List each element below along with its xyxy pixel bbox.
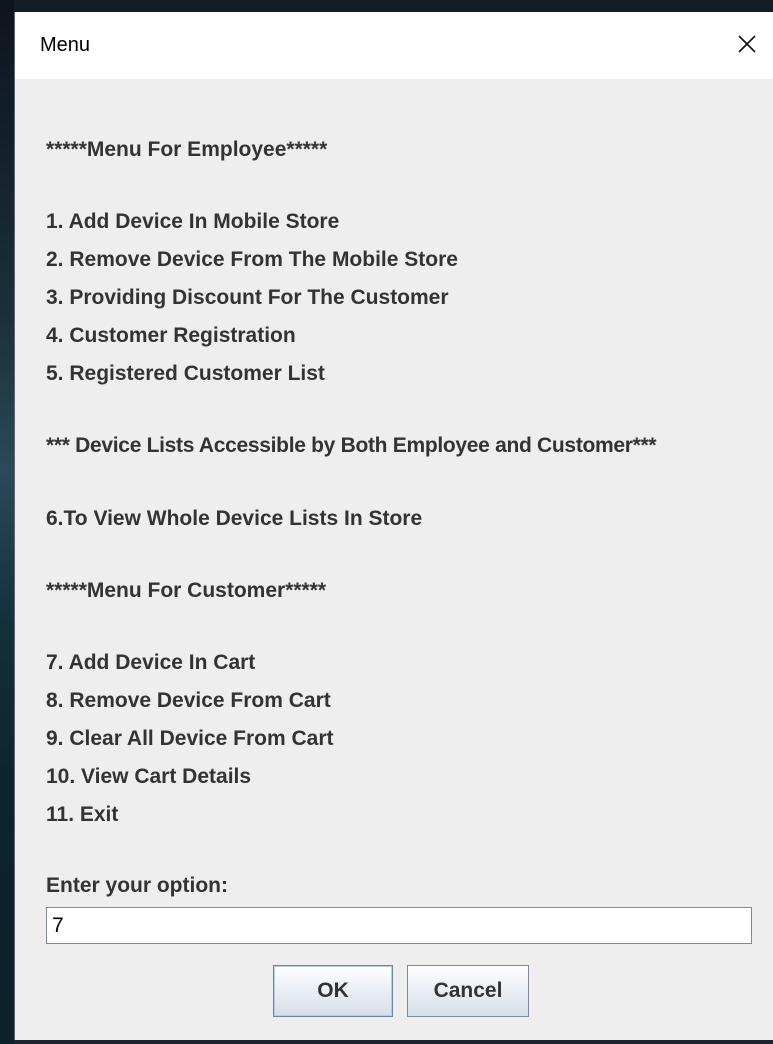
close-icon — [738, 35, 756, 53]
menu-item-2: 2. Remove Device From The Mobile Store — [46, 248, 458, 271]
close-button[interactable] — [719, 12, 773, 79]
menu-item-3: 3. Providing Discount For The Customer — [46, 286, 449, 309]
customer-menu-header: *****Menu For Customer***** — [46, 579, 327, 602]
menu-item-6: 6.To View Whole Device Lists In Store — [46, 507, 423, 530]
menu-item-7: 7. Add Device In Cart — [46, 651, 256, 674]
cancel-button[interactable]: Cancel — [407, 965, 529, 1017]
menu-item-8: 8. Remove Device From Cart — [46, 689, 331, 712]
menu-item-4: 4. Customer Registration — [46, 324, 296, 347]
menu-item-11: 11. Exit — [46, 803, 119, 826]
ok-button[interactable]: OK — [273, 965, 393, 1017]
menu-dialog: Menu *****Menu For Employee***** 1. Add … — [14, 12, 773, 1040]
menu-item-9: 9. Clear All Device From Cart — [46, 727, 334, 750]
option-prompt-label: Enter your option: — [46, 874, 228, 897]
employee-menu-header: *****Menu For Employee***** — [46, 138, 328, 161]
menu-item-5: 5. Registered Customer List — [46, 362, 325, 385]
background-desktop-left — [0, 0, 14, 1044]
menu-item-1: 1. Add Device In Mobile Store — [46, 210, 340, 233]
option-input[interactable] — [46, 907, 752, 944]
title-bar[interactable]: Menu — [15, 12, 773, 79]
menu-item-10: 10. View Cart Details — [46, 765, 252, 788]
window-title: Menu — [40, 34, 91, 56]
shared-menu-header: *** Device Lists Accessible by Both Empl… — [46, 434, 657, 457]
background-desktop-top — [0, 0, 773, 12]
